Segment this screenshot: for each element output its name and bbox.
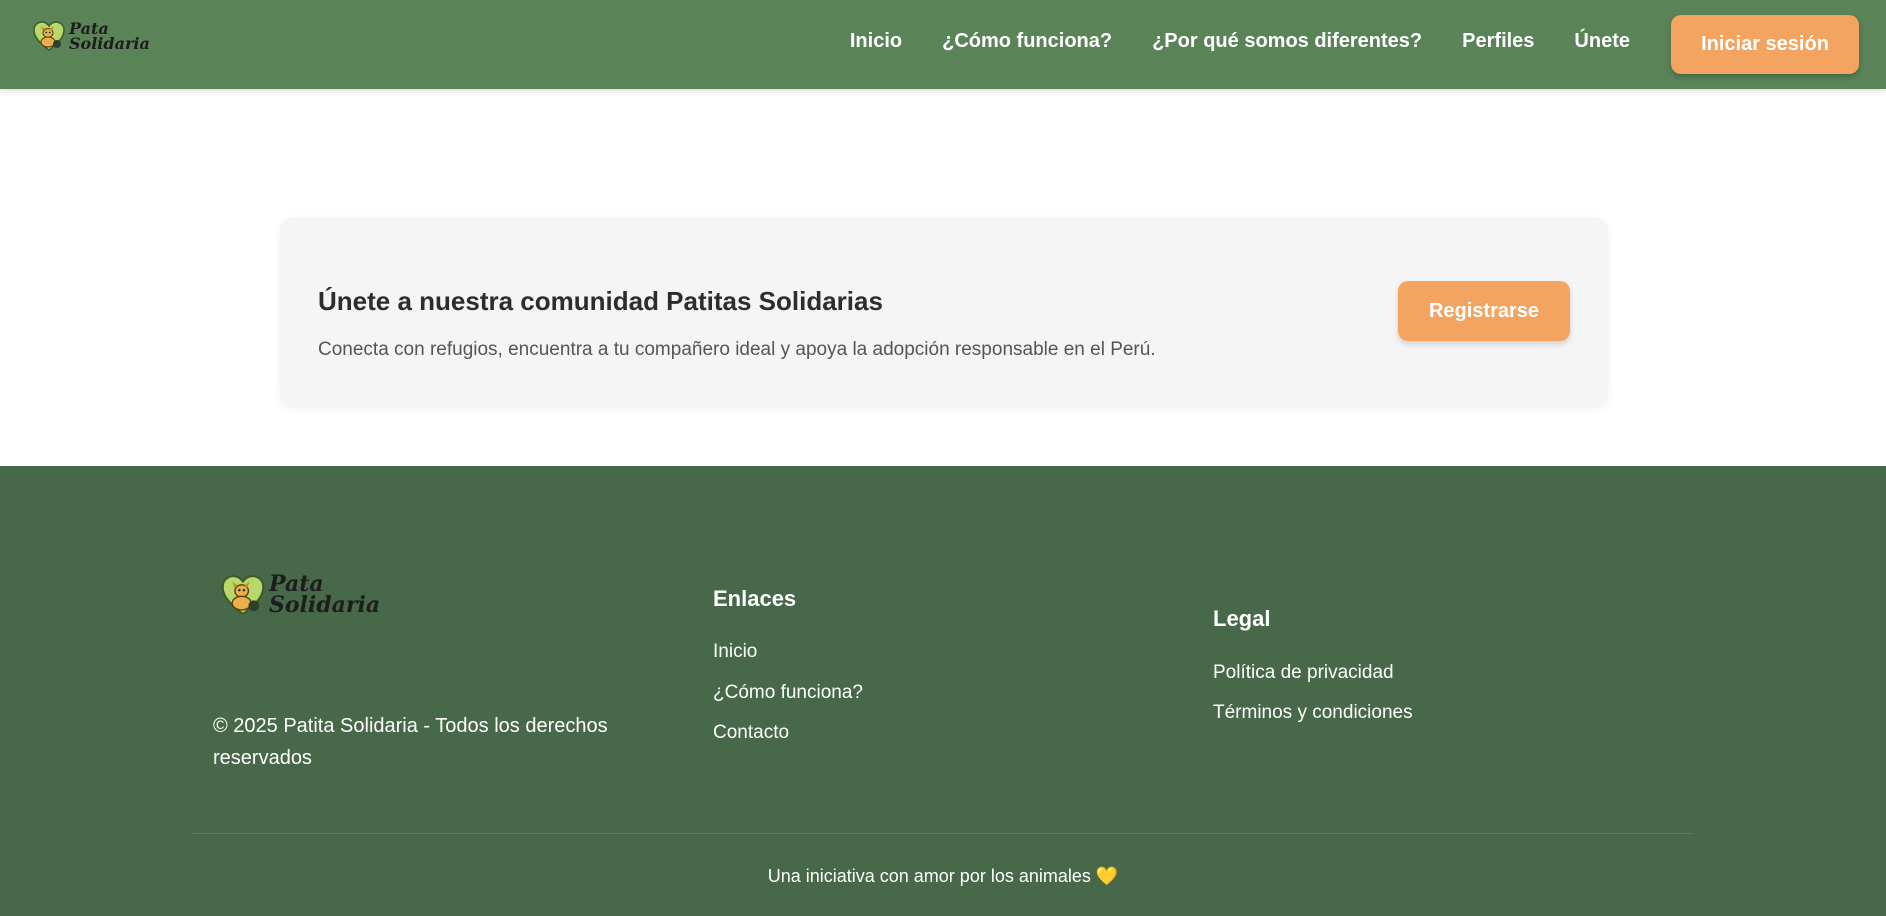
footer-tagline: Una iniciativa con amor por los animales… bbox=[767, 866, 1119, 886]
footer-link-privacidad[interactable]: Política de privacidad bbox=[1213, 662, 1394, 684]
legal-column-title: Legal bbox=[1213, 606, 1271, 631]
header-logo[interactable]: Pata Solidaria bbox=[32, 19, 150, 53]
dog-heart-logo-icon bbox=[33, 21, 65, 51]
dog-heart-logo-icon bbox=[221, 575, 265, 616]
cta-description: Conecta con refugios, encuentra a tu com… bbox=[318, 339, 1156, 360]
logo-line-2: Solidaria bbox=[69, 34, 150, 53]
footer: Pata Solidaria © 2025 Patita Solidaria -… bbox=[0, 466, 1886, 916]
nav-link-perfiles[interactable]: Perfiles bbox=[1462, 29, 1534, 53]
footer-link-inicio[interactable]: Inicio bbox=[713, 641, 757, 663]
footer-logo-line-2: Solidaria bbox=[269, 592, 381, 618]
login-button[interactable]: Iniciar sesión bbox=[1671, 15, 1859, 74]
join-community-card: Únete a nuestra comunidad Patitas Solida… bbox=[280, 217, 1608, 406]
cta-title: Únete a nuestra comunidad Patitas Solida… bbox=[318, 286, 883, 316]
nav-link-inicio[interactable]: Inicio bbox=[850, 29, 902, 53]
footer-logo-text: Pata Solidaria bbox=[269, 573, 381, 618]
footer-link-contacto[interactable]: Contacto bbox=[713, 722, 789, 744]
main-nav: Inicio ¿Cómo funciona? ¿Por qué somos di… bbox=[810, 29, 1630, 53]
links-column-title: Enlaces bbox=[713, 586, 797, 611]
nav-link-unete[interactable]: Únete bbox=[1574, 29, 1630, 53]
top-navbar: Pata Solidaria Inicio ¿Cómo funciona? ¿P… bbox=[0, 0, 1886, 89]
footer-link-terminos[interactable]: Términos y condiciones bbox=[1213, 702, 1413, 724]
footer-divider bbox=[193, 833, 1693, 834]
nav-link-como-funciona[interactable]: ¿Cómo funciona? bbox=[942, 29, 1112, 53]
logo-text: Pata Solidaria bbox=[69, 20, 150, 53]
nav-link-por-que-diferentes[interactable]: ¿Por qué somos diferentes? bbox=[1152, 29, 1422, 53]
copyright-text: © 2025 Patita Solidaria - Todos los dere… bbox=[213, 715, 608, 769]
footer-link-como-funciona[interactable]: ¿Cómo funciona? bbox=[713, 682, 863, 704]
footer-logo: Pata Solidaria bbox=[220, 572, 380, 618]
register-button[interactable]: Registrarse bbox=[1398, 281, 1570, 341]
